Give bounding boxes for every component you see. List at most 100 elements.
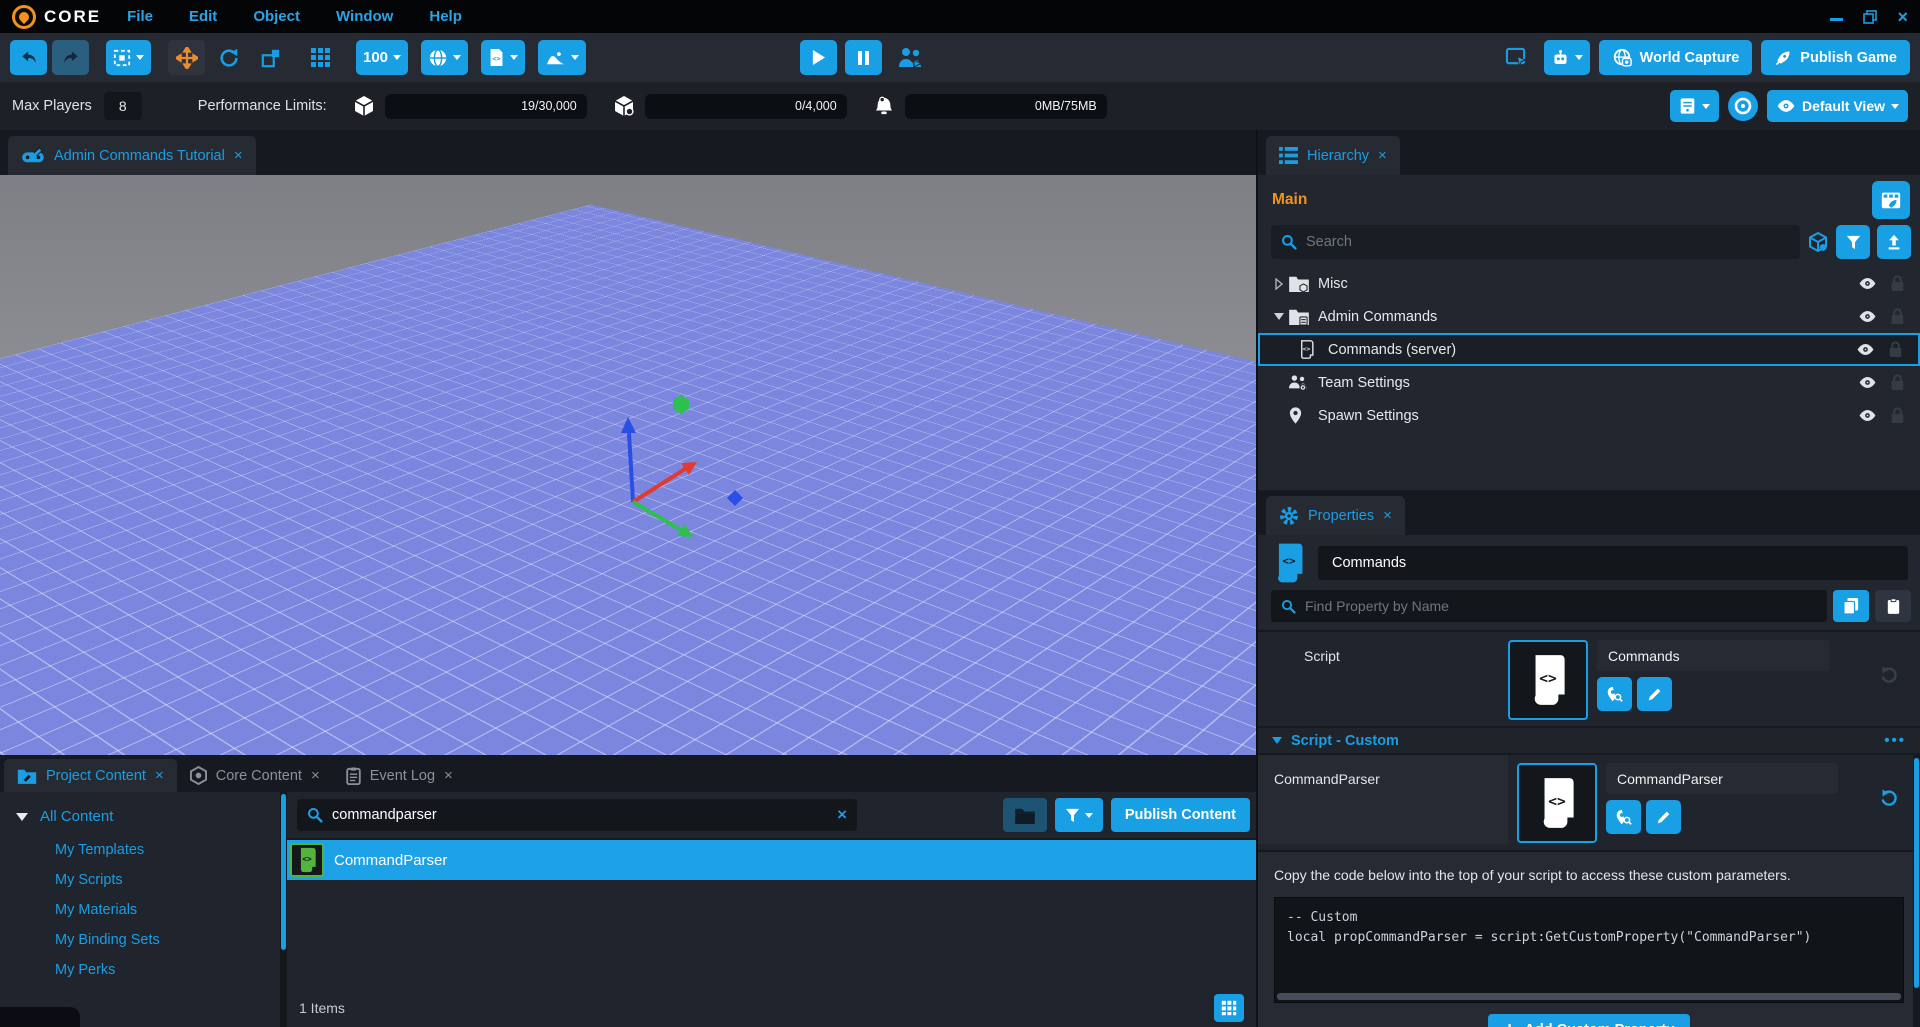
scene-capture-button[interactable] [1872,181,1910,219]
pause-button[interactable] [845,40,882,75]
grid-size-dropdown[interactable]: 100 [356,40,408,75]
close-icon[interactable]: × [1383,507,1392,524]
menu-window[interactable]: Window [336,8,393,25]
visibility-toggle-icon[interactable] [1852,277,1882,290]
script-asset-thumbnail[interactable]: <> [1508,640,1588,720]
multiplayer-preview-button[interactable] [890,40,930,75]
visibility-toggle-icon[interactable] [1850,343,1880,356]
paste-properties-button[interactable] [1875,590,1911,622]
hierarchy-search-box[interactable] [1271,225,1800,259]
menu-file[interactable]: File [127,8,153,25]
grid-view-button[interactable] [1214,994,1244,1022]
select-tool-dropdown[interactable] [106,40,151,75]
close-icon[interactable]: × [155,767,164,784]
close-icon[interactable]: × [1897,8,1908,26]
sidebar-item-my-materials[interactable]: My Materials [0,895,280,925]
scale-tool-button[interactable] [252,40,289,75]
hierarchy-row-team-settings[interactable]: Team Settings [1258,366,1920,399]
close-icon[interactable]: × [234,147,243,164]
hierarchy-row-misc[interactable]: Misc [1258,267,1920,300]
sidebar-scrollbar[interactable] [280,792,287,1027]
default-view-dropdown[interactable]: Default View [1767,90,1908,122]
visibility-toggle-icon[interactable] [1852,409,1882,422]
collapsed-caret-icon[interactable] [1270,278,1288,290]
close-icon[interactable]: × [311,767,320,784]
lock-toggle-icon[interactable] [1880,341,1910,358]
property-search-box[interactable] [1271,590,1827,622]
sidebar-item-my-scripts[interactable]: My Scripts [0,865,280,895]
save-dropdown[interactable] [1670,90,1719,122]
add-custom-property-button[interactable]: + Add Custom Property [1488,1014,1691,1027]
sidebar-item-my-binding-sets[interactable]: My Binding Sets [0,925,280,955]
tab-hierarchy[interactable]: Hierarchy × [1266,136,1400,175]
menu-edit[interactable]: Edit [189,8,217,25]
content-item-commandparser[interactable]: <> CommandParser [287,840,1256,880]
hierarchy-row-commands-server[interactable]: <> Commands (server) [1258,333,1920,366]
sidebar-item-my-perks[interactable]: My Perks [0,955,280,985]
find-script-in-scene-button[interactable] [1597,677,1632,711]
redo-button[interactable] [52,40,89,75]
lock-toggle-icon[interactable] [1882,407,1912,424]
filter-dropdown[interactable] [1055,798,1103,832]
target-button[interactable] [1728,91,1758,121]
scene-viewport[interactable] [0,175,1256,755]
max-players-value[interactable]: 8 [104,92,142,120]
visibility-toggle-icon[interactable] [1852,310,1882,323]
rotate-tool-button[interactable] [210,40,247,75]
script-value-field[interactable]: Commands [1597,640,1829,671]
transform-gizmo[interactable] [600,375,780,575]
sidebar-item-my-templates[interactable]: My Templates [0,835,280,865]
lock-toggle-icon[interactable] [1882,275,1912,292]
copy-properties-button[interactable] [1833,590,1869,622]
script-dropdown[interactable]: <> [481,40,525,75]
publish-content-button[interactable]: Publish Content [1111,798,1250,832]
expanded-caret-icon[interactable] [1270,312,1288,321]
find-asset-button[interactable] [1606,800,1641,834]
play-button[interactable] [800,40,837,75]
menu-help[interactable]: Help [429,8,462,25]
visibility-toggle-icon[interactable] [1852,376,1882,389]
tab-scene-viewport[interactable]: Admin Commands Tutorial × [8,136,256,175]
minimize-icon[interactable] [1830,8,1843,26]
menu-object[interactable]: Object [253,8,300,25]
snap-grid-button[interactable] [302,40,339,75]
terrain-dropdown[interactable] [538,40,586,75]
lock-toggle-icon[interactable] [1882,308,1912,325]
section-menu-icon[interactable]: ••• [1884,732,1906,749]
tab-project-content[interactable]: Project Content × [4,759,177,792]
code-snippet[interactable]: -- Custom local propCommandParser = scri… [1274,897,1904,1003]
hierarchy-row-admin-commands[interactable]: Admin Commands [1258,300,1920,333]
hierarchy-filter-button[interactable] [1836,225,1870,259]
content-search-box[interactable]: × [297,799,857,831]
script-custom-section-header[interactable]: Script - Custom ••• [1258,726,1920,753]
custom-property-value-field[interactable]: CommandParser [1606,763,1838,794]
property-search-input[interactable] [1305,598,1817,614]
restore-icon[interactable] [1863,10,1877,24]
undo-button[interactable] [10,40,47,75]
hierarchy-search-input[interactable] [1306,234,1790,250]
properties-scrollbar[interactable] [1913,755,1920,1027]
tab-core-content[interactable]: Core Content × [177,759,333,792]
clear-search-icon[interactable]: × [837,805,847,825]
object-name-field[interactable] [1318,546,1908,580]
tab-properties[interactable]: Properties × [1266,496,1405,535]
custom-script-thumbnail[interactable]: <> [1517,763,1597,843]
lock-toggle-icon[interactable] [1882,374,1912,391]
bot-tools-dropdown[interactable] [1544,40,1590,75]
screen-share-button[interactable] [1498,40,1535,75]
reset-custom-property-icon[interactable] [1880,789,1898,807]
hierarchy-row-spawn-settings[interactable]: Spawn Settings [1258,399,1920,432]
horizontal-scrollbar[interactable] [1277,993,1901,1000]
world-capture-button[interactable]: World Capture [1599,40,1753,75]
publish-game-button[interactable]: Publish Game [1761,40,1910,75]
object-name-input[interactable] [1318,555,1908,571]
open-folder-button[interactable] [1003,798,1047,832]
tab-event-log[interactable]: Event Log × [333,759,466,792]
world-settings-dropdown[interactable] [421,40,468,75]
move-tool-button[interactable] [168,40,205,75]
close-icon[interactable]: × [444,767,453,784]
sidebar-item-all-content[interactable]: All Content [0,800,280,835]
edit-asset-button[interactable] [1646,800,1681,834]
reset-script-icon[interactable] [1880,666,1898,684]
content-search-input[interactable] [332,807,828,823]
